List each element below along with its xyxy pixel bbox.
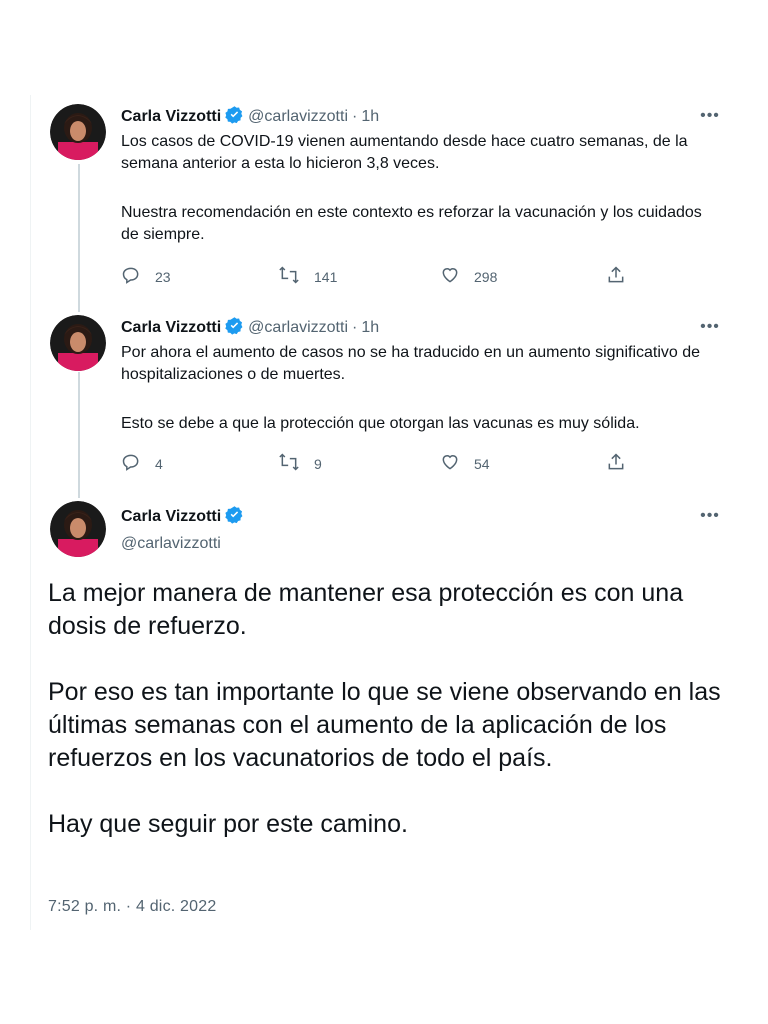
tweet-text: Esto se debe a que la protección que oto… — [121, 415, 640, 432]
tweet-paragraph: La mejor manera de mantener esa protecci… — [48, 579, 684, 640]
separator-dot: · — [352, 319, 358, 336]
more-options-icon[interactable]: ••• — [699, 108, 721, 130]
share-icon — [606, 265, 626, 288]
author-handle[interactable]: @carlavizzotti — [248, 319, 348, 336]
thread-connector — [78, 372, 80, 498]
avatar[interactable] — [50, 104, 106, 160]
author-name[interactable]: Carla Vizzotti — [121, 508, 221, 525]
tweet-time[interactable]: 1h — [361, 108, 379, 125]
author-handle[interactable]: @carlavizzotti — [121, 534, 244, 554]
tweet-text: Nuestra recomendación en este contexto e… — [121, 204, 702, 243]
heart-icon — [440, 452, 460, 475]
retweet-icon — [278, 452, 300, 475]
main-tweet-text: La mejor manera de mantener esa protecci… — [48, 577, 738, 874]
main-tweet-header: Carla Vizzotti @carlavizzotti — [121, 505, 244, 554]
verified-badge-icon — [225, 105, 244, 130]
reply-button[interactable]: 4 — [121, 452, 163, 475]
reply-icon — [121, 452, 141, 475]
reply-icon — [121, 265, 141, 288]
more-options-icon[interactable]: ••• — [699, 319, 721, 341]
share-button[interactable] — [606, 265, 626, 288]
tweet-paragraph: Hay que seguir por este camino. — [48, 810, 408, 838]
author-name[interactable]: Carla Vizzotti — [121, 319, 221, 336]
verified-badge-icon — [225, 505, 244, 530]
avatar[interactable] — [50, 315, 106, 371]
tweet-actions: 23 141 298 — [121, 265, 641, 287]
tweet-header: Carla Vizzotti @carlavizzotti · 1h — [121, 105, 379, 130]
thread-connector — [78, 164, 80, 312]
author-name[interactable]: Carla Vizzotti — [121, 108, 221, 125]
retweet-icon — [278, 265, 300, 288]
retweet-count: 141 — [314, 268, 338, 285]
heart-icon — [440, 265, 460, 288]
reply-count: 4 — [155, 455, 163, 472]
avatar[interactable] — [50, 501, 106, 557]
tweet-time[interactable]: 1h — [361, 319, 379, 336]
tweet-text: Los casos de COVID-19 vienen aumentando … — [121, 133, 688, 172]
retweet-button[interactable]: 9 — [278, 452, 322, 475]
like-button[interactable]: 298 — [440, 265, 497, 288]
reply-count: 23 — [155, 268, 171, 285]
retweet-button[interactable]: 141 — [278, 265, 337, 288]
like-button[interactable]: 54 — [440, 452, 490, 475]
tweet-text: Por ahora el aumento de casos no se ha t… — [121, 344, 701, 383]
tweet-header: Carla Vizzotti @carlavizzotti · 1h — [121, 316, 379, 341]
tweet-paragraph: Por eso es tan importante lo que se vien… — [48, 678, 721, 772]
like-count: 298 — [474, 268, 498, 285]
author-handle[interactable]: @carlavizzotti — [248, 108, 348, 125]
tweet-timestamp[interactable]: 7:52 p. m. · 4 dic. 2022 — [48, 898, 216, 916]
reply-button[interactable]: 23 — [121, 265, 171, 288]
like-count: 54 — [474, 455, 490, 472]
retweet-count: 9 — [314, 455, 322, 472]
tweet-actions: 4 9 54 — [121, 452, 641, 474]
verified-badge-icon — [225, 316, 244, 341]
timeline-border — [30, 95, 31, 930]
share-button[interactable] — [606, 452, 626, 475]
more-options-icon[interactable]: ••• — [699, 508, 721, 530]
share-icon — [606, 452, 626, 475]
separator-dot: · — [352, 108, 358, 125]
